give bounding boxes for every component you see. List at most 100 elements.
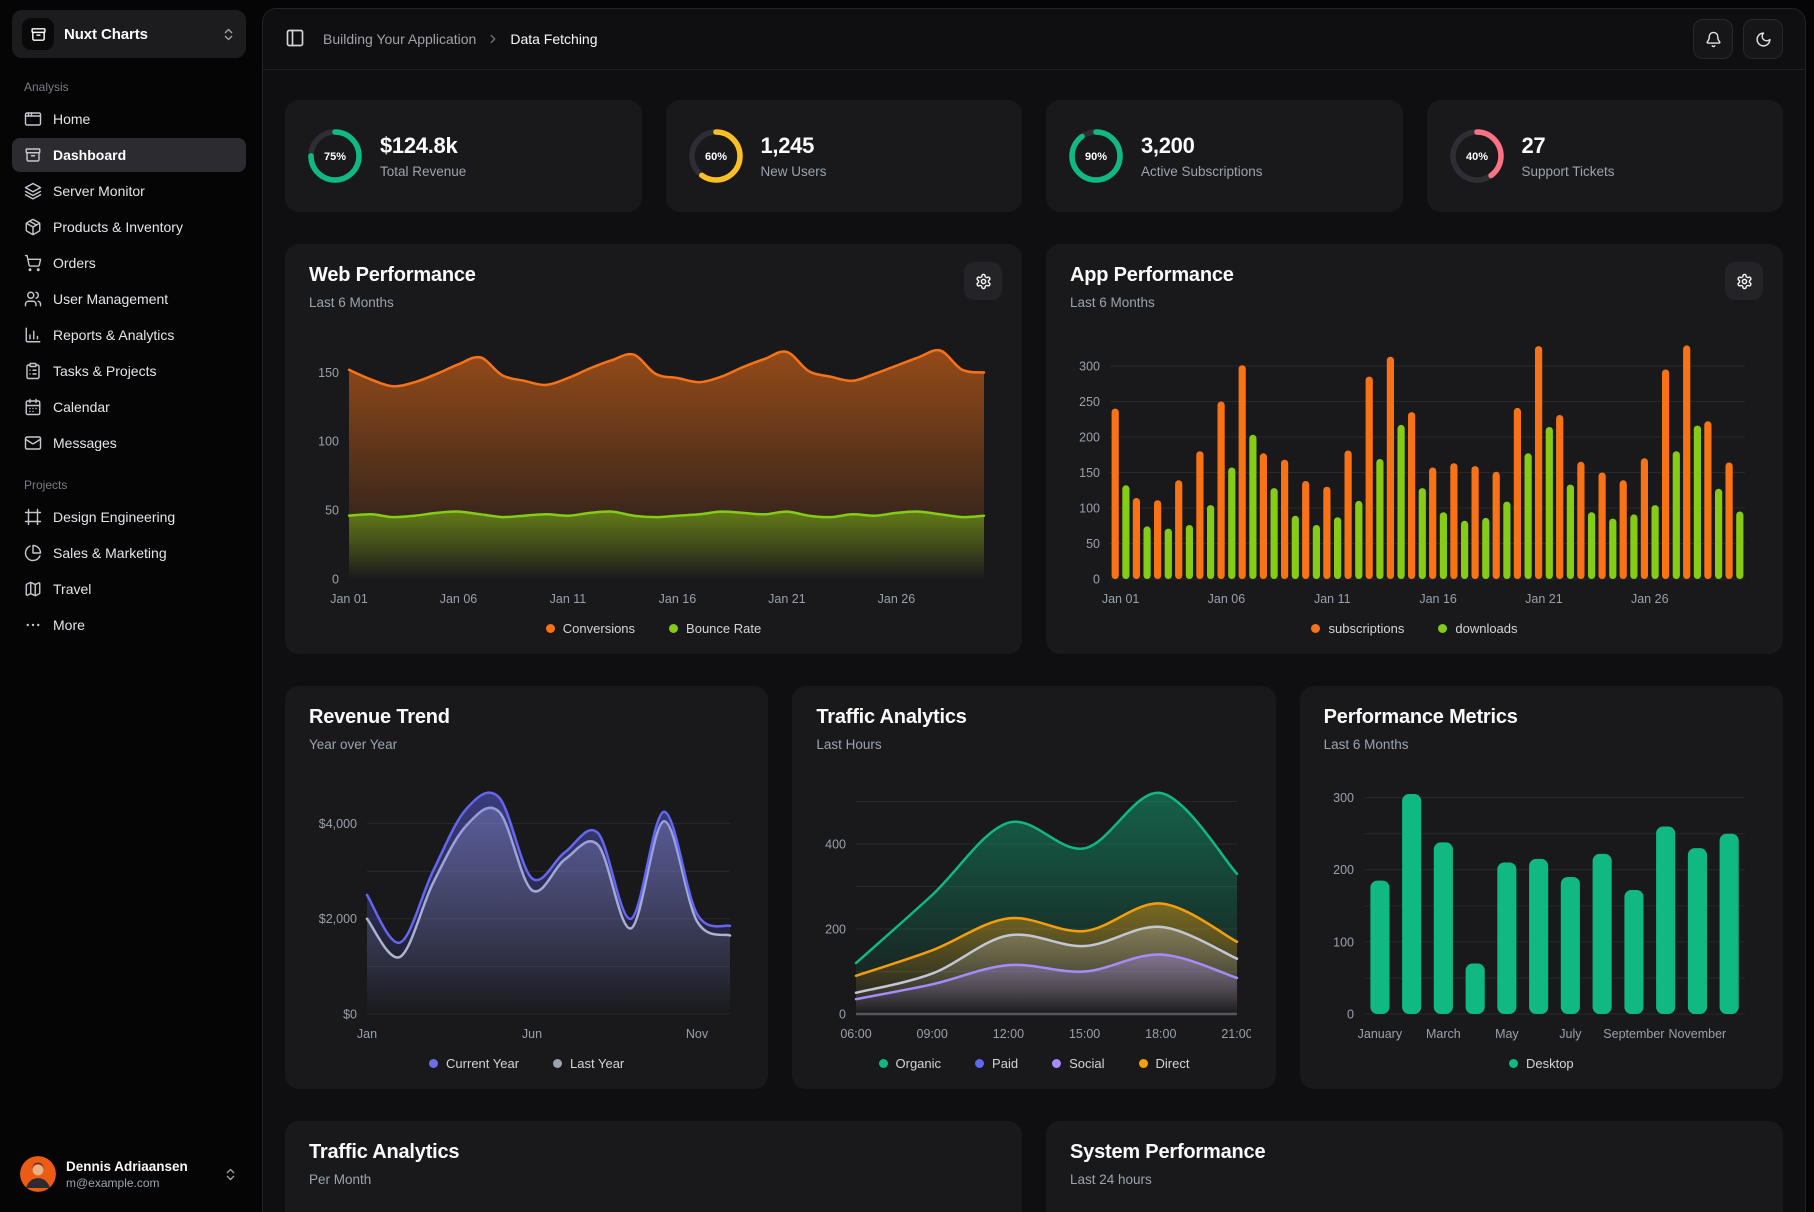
svg-text:Jan 11: Jan 11 (1314, 592, 1351, 606)
web-performance-card: Web Performance Last 6 Months 050100150J… (285, 244, 1022, 654)
legend-dot (669, 624, 678, 633)
chart-subtitle: Last 6 Months (1070, 295, 1759, 310)
chevrons-up-down-icon (221, 27, 236, 42)
sidebar-item-home[interactable]: Home (12, 102, 246, 136)
stat-ring: 60% (688, 128, 744, 184)
legend-item-social[interactable]: Social (1052, 1056, 1104, 1071)
sidebar-item-sales-marketing[interactable]: Sales & Marketing (12, 536, 246, 570)
breadcrumb-page: Data Fetching (510, 31, 597, 47)
svg-text:Jan: Jan (357, 1027, 377, 1041)
chart-legend: subscriptions downloads (1070, 609, 1759, 642)
svg-text:Jan 21: Jan 21 (1525, 592, 1563, 606)
stat-ring: 90% (1068, 128, 1124, 184)
main-panel: Building Your Application Data Fetching … (262, 8, 1806, 1212)
legend-item-direct[interactable]: Direct (1139, 1056, 1190, 1071)
legend-item-paid[interactable]: Paid (975, 1056, 1018, 1071)
chevron-right-icon (486, 32, 500, 46)
app-window-icon (24, 110, 42, 128)
chart-settings-button[interactable] (964, 262, 1002, 300)
sidebar-item-design-engineering[interactable]: Design Engineering (12, 500, 246, 534)
notifications-button[interactable] (1693, 19, 1733, 59)
svg-text:0: 0 (1093, 572, 1100, 586)
breadcrumb-section[interactable]: Building Your Application (323, 31, 476, 47)
svg-text:40%: 40% (1465, 151, 1487, 163)
svg-text:50: 50 (325, 504, 339, 518)
legend-item-bounce-rate[interactable]: Bounce Rate (669, 621, 761, 636)
svg-text:Jan 01: Jan 01 (1102, 592, 1140, 606)
sidebar-item-label: Home (53, 111, 90, 127)
sidebar-item-label: User Management (53, 291, 168, 307)
legend-item-conversions[interactable]: Conversions (546, 621, 635, 636)
svg-text:21:00: 21:00 (1222, 1027, 1252, 1041)
chart-column-icon (24, 326, 42, 344)
svg-text:Jun: Jun (522, 1027, 542, 1041)
revenue-trend-chart: $0$2,000$4,000JanJunNov (309, 764, 744, 1044)
sidebar-item-messages[interactable]: Messages (12, 426, 246, 460)
nav-section-label: Analysis (24, 80, 234, 94)
charts-row-2: Revenue Trend Year over Year $0$2,000$4,… (285, 686, 1783, 1089)
legend-item-subscriptions[interactable]: subscriptions (1311, 621, 1404, 636)
sidebar-item-user-management[interactable]: User Management (12, 282, 246, 316)
sidebar-item-dashboard[interactable]: Dashboard (12, 138, 246, 172)
legend-item-organic[interactable]: Organic (879, 1056, 942, 1071)
workspace-switcher[interactable]: Nuxt Charts (12, 10, 246, 58)
stat-label: Total Revenue (380, 164, 466, 179)
legend-dot (1139, 1059, 1148, 1068)
legend-dot (1509, 1059, 1518, 1068)
sidebar-item-label: Reports & Analytics (53, 327, 174, 343)
chart-subtitle: Per Month (309, 1172, 998, 1187)
svg-text:0: 0 (332, 572, 339, 586)
svg-text:150: 150 (1079, 466, 1100, 480)
dashboard-content: 75% $124.8k Total Revenue 60% 1,245 New … (263, 70, 1805, 1212)
user-menu[interactable]: Dennis Adriaansen m@example.com (12, 1150, 246, 1198)
clipboard-list-icon (24, 362, 42, 380)
chart-settings-button[interactable] (1725, 262, 1763, 300)
legend-dot (1438, 624, 1447, 633)
svg-text:150: 150 (318, 366, 339, 380)
users-icon (24, 290, 42, 308)
user-email: m@example.com (66, 1176, 213, 1190)
sidebar-item-more[interactable]: More (12, 608, 246, 642)
svg-text:0: 0 (1347, 1007, 1354, 1021)
chart-legend: Current Year Last Year (309, 1044, 744, 1077)
sidebar-item-label: Orders (53, 255, 96, 271)
sidebar-toggle-button[interactable] (285, 28, 307, 50)
sidebar-item-travel[interactable]: Travel (12, 572, 246, 606)
sidebar-item-calendar[interactable]: Calendar (12, 390, 246, 424)
legend-item-desktop[interactable]: Desktop (1509, 1056, 1574, 1071)
sidebar-nav: Analysis Home Dashboard Server Monitor P… (12, 62, 246, 1150)
theme-toggle-button[interactable] (1743, 19, 1783, 59)
moon-icon (1755, 31, 1772, 48)
charts-row-3: Traffic Analytics Per Month System Perfo… (285, 1121, 1783, 1212)
svg-text:March: March (1426, 1027, 1461, 1041)
svg-text:Jan 06: Jan 06 (1208, 592, 1246, 606)
legend-item-downloads[interactable]: downloads (1438, 621, 1517, 636)
svg-text:Jan 11: Jan 11 (550, 592, 587, 606)
svg-text:Jan 26: Jan 26 (878, 592, 916, 606)
legend-item-current-year[interactable]: Current Year (429, 1056, 519, 1071)
sidebar-item-label: Tasks & Projects (53, 363, 156, 379)
sidebar-item-orders[interactable]: Orders (12, 246, 246, 280)
chevrons-up-down-icon (223, 1167, 238, 1182)
legend-dot (879, 1059, 888, 1068)
sidebar-item-reports-analytics[interactable]: Reports & Analytics (12, 318, 246, 352)
traffic-analytics-hours-chart: 020040006:0009:0012:0015:0018:0021:00 (816, 764, 1251, 1044)
legend-item-last-year[interactable]: Last Year (553, 1056, 624, 1071)
pie-chart-icon (24, 544, 42, 562)
sidebar-item-tasks-projects[interactable]: Tasks & Projects (12, 354, 246, 388)
sidebar-item-label: Dashboard (53, 147, 126, 163)
svg-text:Jan 06: Jan 06 (440, 592, 478, 606)
svg-text:75%: 75% (324, 151, 346, 163)
chart-title: Traffic Analytics (816, 706, 1251, 729)
chart-legend: Conversions Bounce Rate (309, 609, 998, 642)
svg-text:60%: 60% (704, 151, 726, 163)
sidebar-item-products-inventory[interactable]: Products & Inventory (12, 210, 246, 244)
system-performance-card: System Performance Last 24 hours (1046, 1121, 1783, 1212)
stat-card-total-revenue: 75% $124.8k Total Revenue (285, 100, 642, 212)
chart-subtitle: Last Hours (816, 737, 1251, 752)
mail-icon (24, 434, 42, 452)
svg-text:90%: 90% (1085, 151, 1107, 163)
app-performance-card: App Performance Last 6 Months 0501001502… (1046, 244, 1783, 654)
stat-value: $124.8k (380, 133, 466, 159)
sidebar-item-server-monitor[interactable]: Server Monitor (12, 174, 246, 208)
